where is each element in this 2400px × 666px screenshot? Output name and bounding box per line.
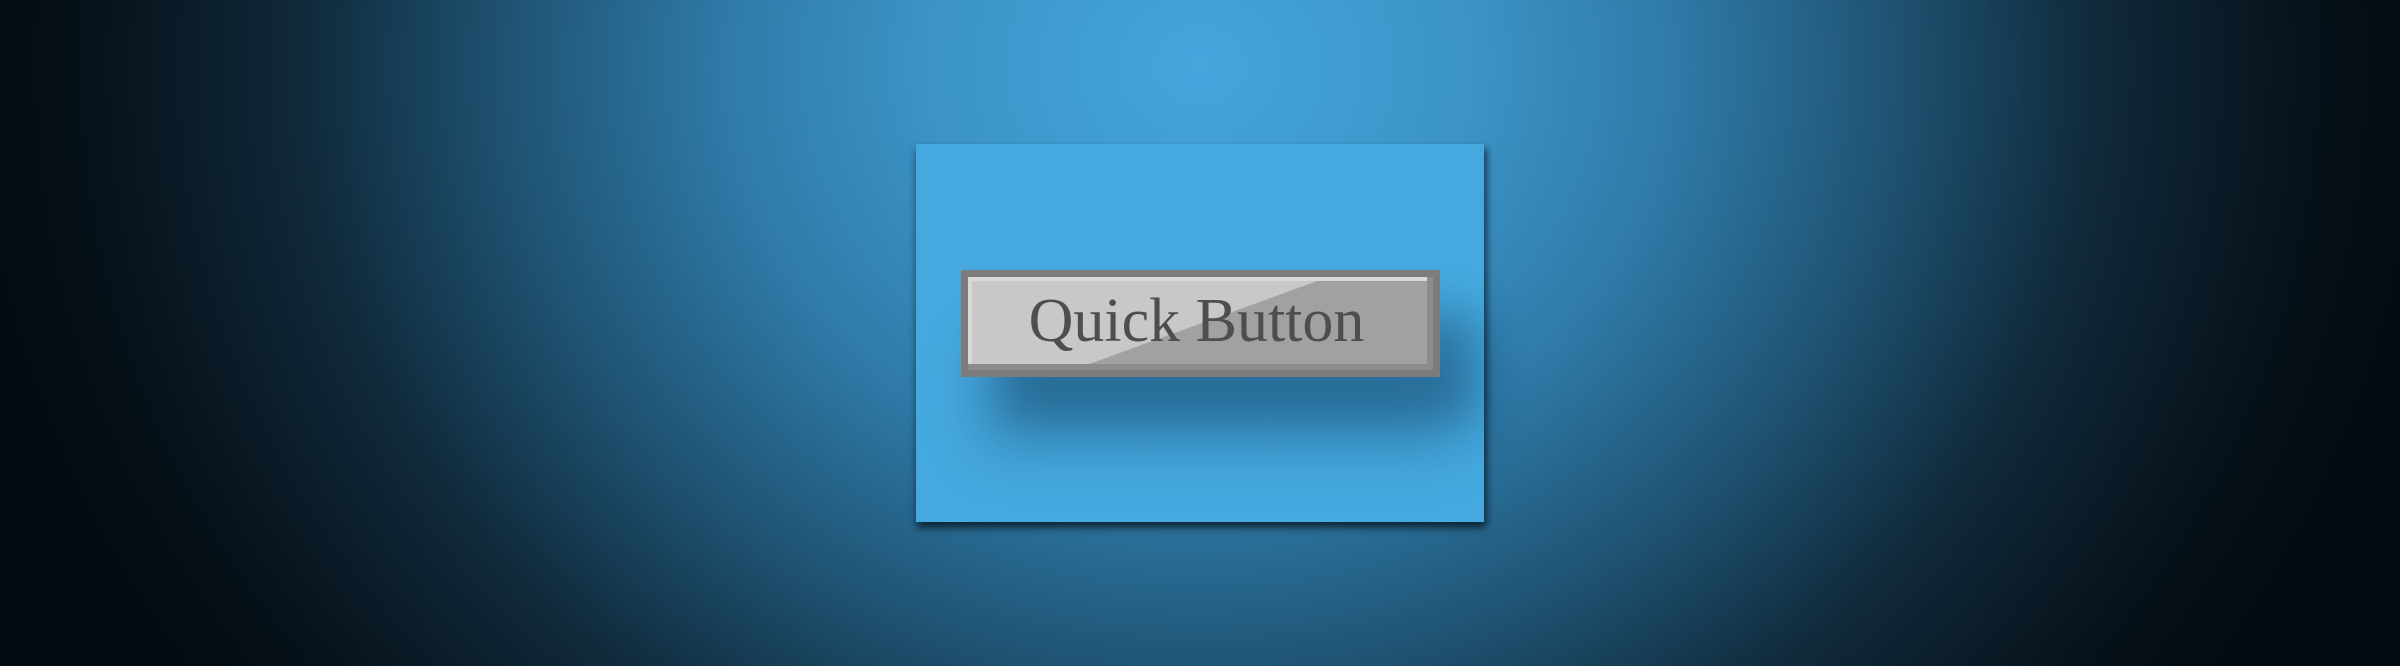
quick-button-label: Quick Button — [1028, 286, 1365, 355]
quick-button[interactable]: Quick Button — [961, 270, 1440, 377]
button-panel: Quick Button — [916, 144, 1484, 522]
